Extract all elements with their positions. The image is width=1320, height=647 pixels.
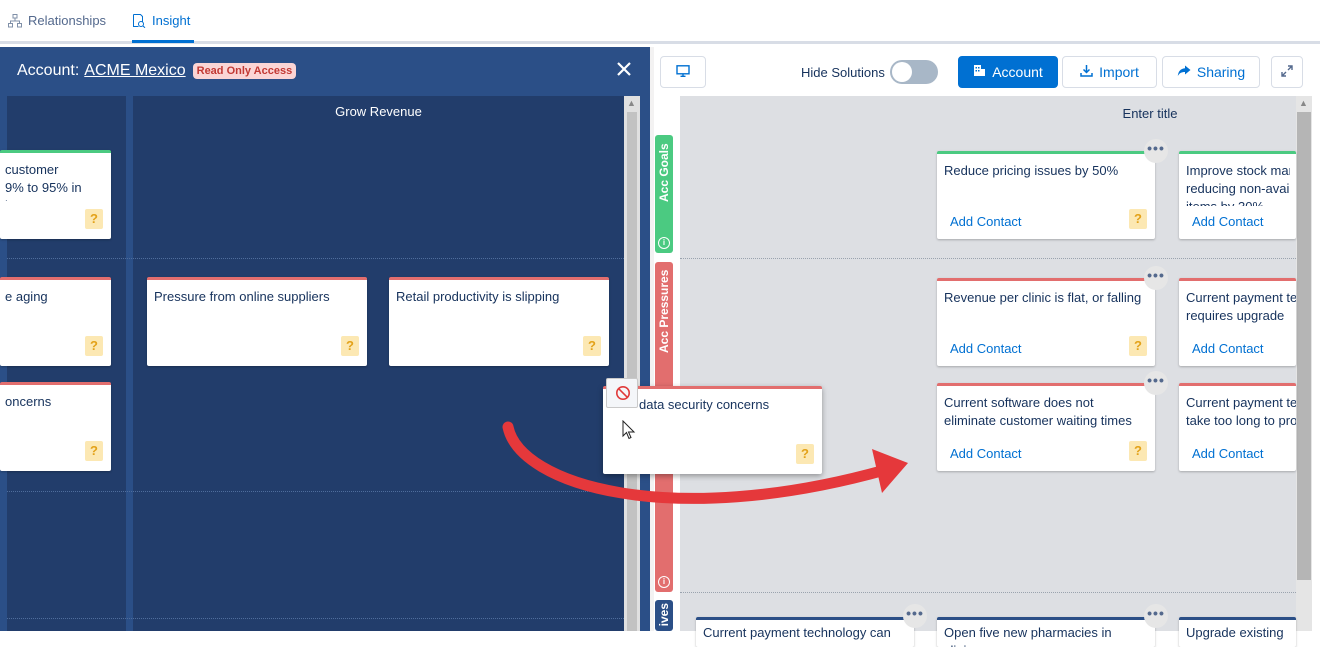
question-icon[interactable]: ? [85, 441, 103, 461]
panel-title: Account: ACME Mexico Read Only Access [17, 62, 297, 80]
presentation-button[interactable] [660, 56, 706, 88]
row-divider [680, 258, 1296, 259]
row-label-acc-goals: Acc Goals i [655, 135, 673, 253]
hide-solutions-label: Hide Solutions [801, 65, 885, 80]
initiative-card[interactable]: Upgrade existing po [1179, 617, 1296, 647]
top-tab-bar: Relationships Insight [0, 0, 1320, 44]
monitor-icon [676, 64, 690, 80]
import-button[interactable]: Import [1062, 56, 1157, 88]
add-contact-link[interactable]: Add Contact [1192, 341, 1264, 356]
panel-header: Account: ACME Mexico Read Only Access [0, 47, 650, 96]
card-text: Current software does not eliminate cust… [944, 395, 1132, 428]
pressure-card[interactable]: Pressure from online suppliers ? [147, 277, 367, 366]
account-button[interactable]: Account [958, 56, 1058, 88]
drag-direction-arrow-icon [490, 415, 910, 528]
share-icon [1177, 64, 1191, 80]
row-label-initiatives: ives [655, 600, 673, 631]
account-link[interactable]: ACME Mexico [84, 62, 185, 80]
pressure-card[interactable]: Current software does not eliminate cust… [937, 383, 1155, 471]
card-text: Upgrade existing po [1186, 625, 1284, 647]
add-contact-link[interactable]: Add Contact [1192, 214, 1264, 229]
card-text: Current payment tec take too long to pro… [1186, 395, 1296, 428]
toggle-knob [892, 62, 912, 82]
question-icon[interactable]: ? [1129, 336, 1147, 356]
info-icon[interactable]: i [658, 237, 670, 249]
hide-solutions-toggle[interactable] [890, 60, 938, 84]
expand-button[interactable] [1271, 56, 1303, 88]
lane-divider [126, 96, 133, 631]
card-text: data security concerns [639, 397, 770, 412]
sharing-button[interactable]: Sharing [1162, 56, 1260, 88]
account-label: Account: [17, 62, 80, 79]
initiative-card[interactable]: Open five new pharmacies in clinics [937, 617, 1155, 647]
sharing-button-label: Sharing [1196, 64, 1246, 80]
card-text: customer 9% to 95% in le [5, 162, 82, 201]
card-text: oncerns [5, 394, 52, 409]
tab-insight-label: Insight [152, 13, 191, 28]
card-text: Retail productivity is slipping [396, 289, 560, 304]
add-contact-link[interactable]: Add Contact [1192, 446, 1264, 461]
hierarchy-icon [8, 13, 22, 28]
tab-relationships-label: Relationships [28, 13, 107, 28]
account-button-label: Account [992, 64, 1043, 80]
row-divider [7, 258, 624, 259]
left-scrollbar[interactable]: ▲ [624, 96, 640, 631]
card-text: Current payment technology can [703, 625, 891, 640]
more-options-icon[interactable]: ••• [1144, 139, 1168, 163]
question-icon[interactable]: ? [85, 209, 103, 229]
goal-card[interactable]: customer 9% to 95% in le ? [0, 150, 111, 239]
card-text: e aging [5, 289, 48, 304]
card-text: Revenue per clinic is flat, or falling [944, 290, 1142, 305]
pressure-card[interactable]: Current payment tec requires upgrade Add… [1179, 278, 1296, 366]
tab-insight[interactable]: Insight [132, 0, 195, 43]
add-contact-link[interactable]: Add Contact [950, 341, 1022, 356]
scroll-up-icon[interactable]: ▲ [1299, 98, 1308, 108]
pressure-card[interactable]: Retail productivity is slipping ? [389, 277, 609, 366]
right-scrollbar[interactable]: ▲ [1296, 96, 1312, 631]
question-icon[interactable]: ? [583, 336, 601, 356]
more-options-icon[interactable]: ••• [1144, 266, 1168, 290]
initiative-card[interactable]: Current payment technology can [696, 617, 914, 647]
add-contact-link[interactable]: Add Contact [950, 446, 1022, 461]
pressure-card[interactable]: Current payment tec take too long to pro… [1179, 383, 1296, 471]
read-only-badge: Read Only Access [192, 63, 297, 79]
close-icon[interactable] [612, 57, 636, 81]
question-icon[interactable]: ? [1129, 209, 1147, 229]
expand-icon [1281, 64, 1293, 80]
add-contact-link[interactable]: Add Contact [950, 214, 1022, 229]
question-icon[interactable]: ? [1129, 441, 1147, 461]
drop-forbidden-indicator [606, 378, 638, 408]
card-text: Pressure from online suppliers [154, 289, 330, 304]
tab-relationships[interactable]: Relationships [8, 0, 106, 41]
column-title[interactable]: Enter title [1060, 106, 1240, 121]
info-icon[interactable]: i [658, 576, 670, 588]
scroll-thumb[interactable] [627, 112, 637, 631]
row-divider [680, 592, 1296, 593]
more-options-icon[interactable]: ••• [903, 604, 927, 628]
scroll-thumb[interactable] [1297, 112, 1311, 580]
card-text: Open five new pharmacies in clinics [944, 625, 1112, 647]
lane-title-grow-revenue: Grow Revenue [335, 104, 422, 119]
row-label-text: Acc Goals [657, 143, 671, 202]
pressure-card[interactable]: e aging ? [0, 277, 111, 366]
pressure-card[interactable]: Revenue per clinic is flat, or falling A… [937, 278, 1155, 366]
pressure-card[interactable]: oncerns ? [0, 382, 111, 471]
document-search-icon [132, 13, 146, 28]
download-icon [1080, 64, 1093, 80]
more-options-icon[interactable]: ••• [1144, 604, 1168, 628]
scroll-up-icon[interactable]: ▲ [627, 98, 636, 108]
card-text: Improve stock mana reducing non-availal … [1186, 163, 1290, 206]
card-text: Current payment tec requires upgrade [1186, 290, 1296, 323]
question-icon[interactable]: ? [85, 336, 103, 356]
more-options-icon[interactable]: ••• [1144, 371, 1168, 395]
goal-card[interactable]: Reduce pricing issues by 50% Add Contact… [937, 151, 1155, 239]
goal-card[interactable]: Improve stock mana reducing non-availal … [1179, 151, 1296, 239]
question-icon[interactable]: ? [341, 336, 359, 356]
row-label-text: ives [657, 603, 671, 627]
panel-divider [650, 47, 654, 631]
building-icon [973, 64, 986, 80]
row-divider [7, 618, 624, 619]
import-button-label: Import [1099, 64, 1139, 80]
card-text: Reduce pricing issues by 50% [944, 163, 1119, 178]
